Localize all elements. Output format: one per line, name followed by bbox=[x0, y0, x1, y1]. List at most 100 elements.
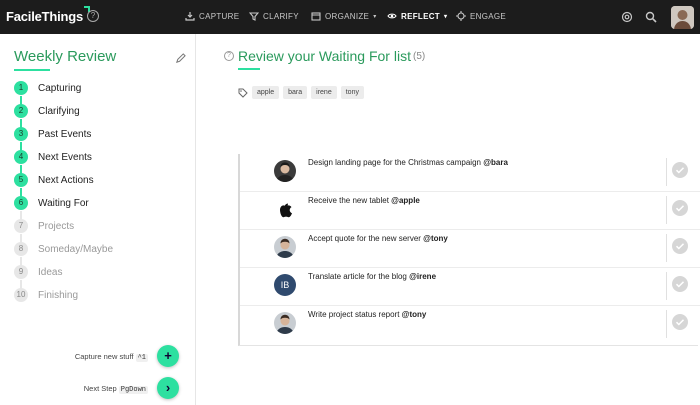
item-title: Accept quote for the new server bbox=[308, 234, 424, 243]
step-number: 9 bbox=[14, 265, 28, 279]
step-ideas[interactable]: 9 Ideas bbox=[14, 264, 62, 280]
engage-icon bbox=[456, 11, 466, 21]
item-mention: @apple bbox=[391, 196, 420, 205]
row-divider bbox=[666, 196, 667, 224]
row-divider bbox=[666, 234, 667, 262]
complete-button[interactable] bbox=[672, 276, 688, 292]
item-count: (5) bbox=[413, 51, 426, 62]
item-mention: @tony bbox=[423, 234, 448, 243]
capture-shortcut: ^1 bbox=[135, 354, 148, 362]
check-icon bbox=[675, 205, 685, 212]
item-text: Design landing page for the Christmas ca… bbox=[308, 158, 508, 167]
step-waiting-for[interactable]: 6 Waiting For bbox=[14, 195, 89, 211]
list-item[interactable]: Receive the new tablet @apple bbox=[240, 192, 700, 230]
apple-logo-icon bbox=[274, 198, 296, 220]
capture-new-stuff: Capture new stuff ^1 + bbox=[0, 344, 196, 368]
step-finishing[interactable]: 10 Finishing bbox=[14, 287, 78, 303]
app-brand: FacileThings bbox=[6, 9, 84, 24]
person-photo bbox=[274, 236, 296, 258]
app-logo[interactable]: FacileThings bbox=[6, 6, 91, 24]
capture-label: Capture new stuff bbox=[74, 352, 134, 361]
tag-tony[interactable]: tony bbox=[340, 86, 364, 99]
complete-button[interactable] bbox=[672, 314, 688, 330]
tag-apple[interactable]: apple bbox=[252, 86, 280, 99]
item-text: Write project status report @tony bbox=[308, 310, 426, 319]
step-projects[interactable]: 7 Projects bbox=[14, 218, 74, 234]
tag-icon bbox=[238, 88, 248, 98]
next-step: Next Step PgDown › bbox=[0, 376, 196, 400]
nav-label: CLARIFY bbox=[263, 11, 299, 21]
tag-filter-list: apple bara irene tony bbox=[252, 86, 364, 99]
step-label: Next Events bbox=[38, 151, 92, 163]
step-label: Clarifying bbox=[38, 105, 80, 117]
step-number: 5 bbox=[14, 173, 28, 187]
step-next-actions[interactable]: 5 Next Actions bbox=[14, 172, 94, 188]
avatar bbox=[274, 160, 296, 182]
item-text: Receive the new tablet @apple bbox=[308, 196, 420, 205]
item-text: Accept quote for the new server @tony bbox=[308, 234, 448, 243]
step-label: Someday/Maybe bbox=[38, 243, 114, 255]
nav-label: ORGANIZE bbox=[325, 11, 370, 21]
item-title: Receive the new tablet bbox=[308, 196, 392, 205]
nav-reflect[interactable]: REFLECT ▾ bbox=[387, 11, 447, 21]
step-number: 4 bbox=[14, 150, 28, 164]
row-divider bbox=[666, 310, 667, 338]
help-icon[interactable]: ? bbox=[87, 10, 99, 22]
complete-button[interactable] bbox=[672, 238, 688, 254]
user-avatar[interactable] bbox=[671, 6, 694, 29]
list-item[interactable]: Design landing page for the Christmas ca… bbox=[240, 154, 700, 192]
step-number: 6 bbox=[14, 196, 28, 210]
nav-clarify[interactable]: CLARIFY bbox=[249, 11, 299, 21]
complete-button[interactable] bbox=[672, 162, 688, 178]
step-number: 7 bbox=[14, 219, 28, 233]
list-item[interactable]: IB Translate article for the blog @irene bbox=[240, 268, 700, 306]
complete-button[interactable] bbox=[672, 200, 688, 216]
title-underline bbox=[238, 68, 260, 70]
list-item[interactable]: Write project status report @tony bbox=[240, 306, 700, 344]
step-label: Projects bbox=[38, 220, 75, 232]
step-number: 1 bbox=[14, 81, 28, 95]
chevron-down-icon: ▾ bbox=[444, 13, 448, 20]
avatar-initials: IB bbox=[274, 274, 296, 296]
pencil-icon[interactable] bbox=[175, 53, 186, 64]
row-divider bbox=[666, 272, 667, 300]
nav-capture[interactable]: CAPTURE bbox=[185, 11, 239, 21]
tag-irene[interactable]: irene bbox=[311, 86, 337, 99]
user-photo bbox=[671, 6, 694, 29]
top-navbar: FacileThings ? CAPTURE CLARIFY ORGANIZE … bbox=[0, 0, 700, 34]
item-title: Design landing page for the Christmas ca… bbox=[308, 158, 484, 167]
nav-label: ENGAGE bbox=[470, 11, 507, 21]
clarify-icon bbox=[249, 12, 259, 21]
check-icon bbox=[675, 167, 685, 174]
avatar bbox=[274, 198, 296, 220]
capture-icon bbox=[185, 12, 195, 21]
step-label: Finishing bbox=[38, 289, 79, 301]
step-number: 10 bbox=[14, 288, 28, 302]
waiting-for-list: Design landing page for the Christmas ca… bbox=[238, 154, 700, 346]
person-photo bbox=[274, 160, 296, 182]
step-clarifying[interactable]: 2 Clarifying bbox=[14, 103, 80, 119]
next-step-button[interactable]: › bbox=[157, 377, 179, 399]
reflect-icon bbox=[387, 13, 397, 19]
capture-text: Capture new stuff ^1 bbox=[75, 352, 148, 362]
nav-organize[interactable]: ORGANIZE ▾ bbox=[311, 11, 377, 21]
step-next-events[interactable]: 4 Next Events bbox=[14, 149, 92, 165]
step-number: 8 bbox=[14, 242, 28, 256]
step-number: 3 bbox=[14, 127, 28, 141]
search-icon[interactable] bbox=[645, 11, 657, 23]
nav-engage[interactable]: ENGAGE bbox=[456, 11, 506, 21]
target-icon[interactable] bbox=[621, 11, 633, 23]
step-label: Capturing bbox=[38, 82, 82, 94]
step-past-events[interactable]: 3 Past Events bbox=[14, 126, 91, 142]
row-divider bbox=[666, 158, 667, 186]
tag-bara[interactable]: bara bbox=[283, 86, 308, 99]
list-item[interactable]: Accept quote for the new server @tony bbox=[240, 230, 700, 268]
help-icon[interactable]: ? bbox=[224, 51, 234, 61]
step-someday-maybe[interactable]: 8 Someday/Maybe bbox=[14, 241, 113, 257]
step-capturing[interactable]: 1 Capturing bbox=[14, 80, 81, 96]
check-icon bbox=[675, 319, 685, 326]
capture-button[interactable]: + bbox=[157, 345, 179, 367]
check-icon bbox=[675, 243, 685, 250]
step-label: Ideas bbox=[38, 266, 63, 278]
avatar bbox=[274, 312, 296, 334]
